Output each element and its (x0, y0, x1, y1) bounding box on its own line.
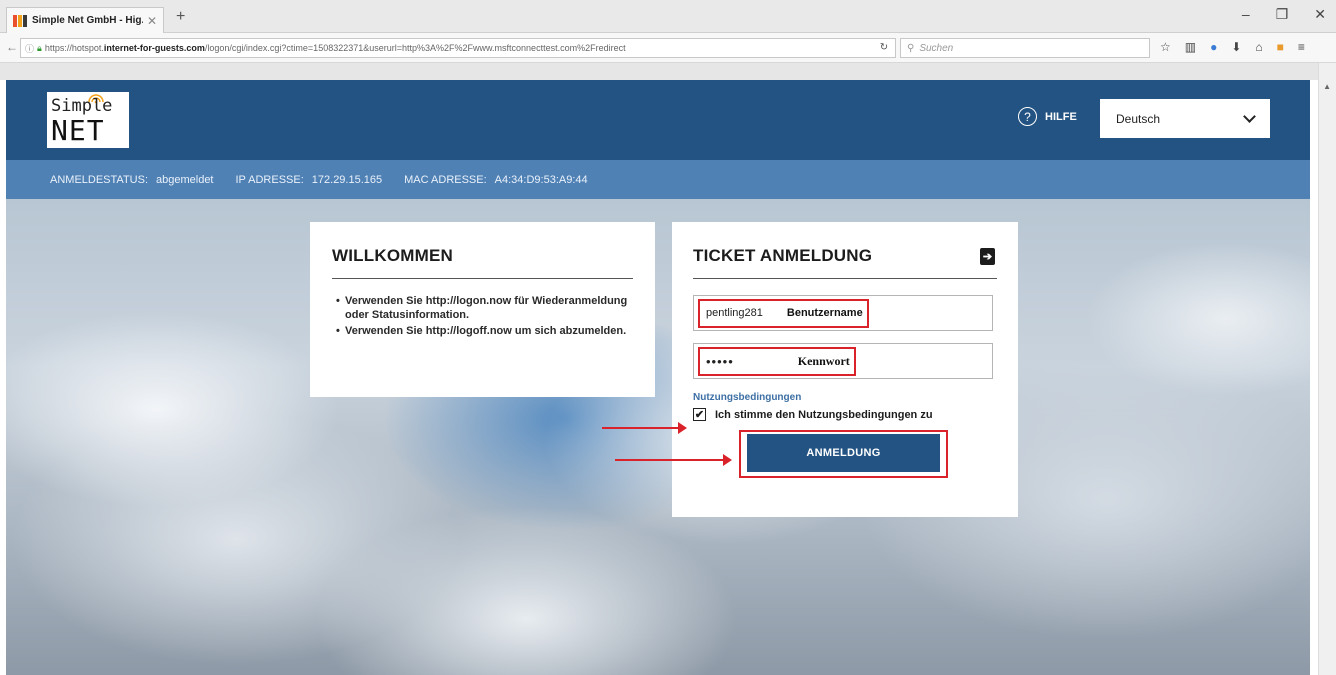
search-icon: ⚲ (907, 42, 915, 54)
scrollbar[interactable] (1318, 63, 1336, 675)
site-header: Simple NET ? HILFE Deutsch (6, 80, 1310, 160)
browser-tab[interactable]: Simple Net GmbH - Hig... ✕ (6, 7, 164, 33)
info-icon[interactable]: ⓘ (25, 42, 34, 55)
scroll-up-icon[interactable]: ▲ (1323, 82, 1331, 91)
window-controls: – ❐ ✕ (1242, 6, 1326, 23)
url-bar[interactable]: ⓘ 🔒︎ https://hotspot.internet-for-guests… (20, 38, 896, 58)
ticket-login-card: TICKET ANMELDUNG ➔ pentling281 Benutzern… (672, 222, 1018, 517)
star-icon[interactable]: ☆ (1160, 40, 1171, 54)
password-label: Kennwort (797, 353, 850, 368)
password-value: ••••• (706, 353, 734, 369)
restore-icon[interactable]: ❐ (1276, 6, 1289, 23)
help-icon: ? (1018, 107, 1037, 126)
status-mac: MAC ADRESSE: A4:34:D9:53:A9:44 (404, 173, 588, 186)
url-text: https://hotspot.internet-for-guests.com/… (44, 43, 626, 53)
page: Simple NET ? HILFE Deutsch ANMELDESTATUS… (6, 80, 1310, 675)
tab-close-icon[interactable]: ✕ (147, 14, 157, 28)
logo: Simple NET (47, 92, 129, 148)
arrow-to-button (615, 454, 732, 466)
welcome-card: WILLKOMMEN Verwenden Sie http://logon.no… (310, 222, 655, 397)
username-field[interactable]: pentling281 Benutzername (693, 295, 993, 331)
pocket-icon[interactable]: ■ (1277, 40, 1284, 54)
password-field[interactable]: ••••• Kennwort (693, 343, 993, 379)
logo-text-bottom: NET (51, 114, 105, 147)
login-icon: ➔ (980, 248, 995, 265)
status-ip: IP ADRESSE: 172.29.15.165 (235, 173, 383, 186)
help-label: HILFE (1045, 110, 1077, 123)
username-value: pentling281 (706, 307, 763, 319)
bookmarks-strip (0, 63, 1336, 80)
status-bar: ANMELDESTATUS: abgemeldet IP ADRESSE: 172.… (6, 160, 1310, 199)
browser-nav-bar: ← ⓘ 🔒︎ https://hotspot.internet-for-gues… (0, 33, 1336, 63)
terms-checkbox[interactable]: ✔ (693, 408, 706, 421)
terms-row: ✔ Ich stimme den Nutzungsbedingungen zu (693, 408, 997, 421)
terms-checkbox-label: Ich stimme den Nutzungsbedingungen zu (715, 408, 933, 421)
download-icon[interactable]: ⬇ (1231, 40, 1241, 54)
logo-text-top: Simple (51, 96, 113, 116)
tab-title: Simple Net GmbH - Hig... (32, 15, 143, 26)
list-item: Verwenden Sie http://logon.now für Wiede… (336, 294, 633, 322)
browser-toolbar: ☆ ▥ ● ⬇ ⌂ ■ ≡ (1160, 40, 1305, 54)
search-placeholder: Suchen (919, 42, 954, 54)
status-login: ANMELDESTATUS: abgemeldet (50, 173, 214, 186)
extension-icon[interactable]: ● (1210, 40, 1217, 54)
help-link[interactable]: ? HILFE (1018, 107, 1077, 126)
terms-link[interactable]: Nutzungsbedingungen (693, 392, 997, 403)
language-select[interactable]: Deutsch (1100, 99, 1270, 138)
login-button[interactable]: ANMELDUNG (747, 434, 940, 472)
favicon-icon (13, 14, 27, 27)
username-annotation-box: pentling281 Benutzername (698, 298, 869, 328)
new-tab-button[interactable]: + (176, 8, 185, 26)
menu-icon[interactable]: ≡ (1298, 40, 1305, 54)
ticket-header: TICKET ANMELDUNG ➔ (693, 246, 997, 279)
minimize-icon[interactable]: – (1242, 6, 1250, 23)
browser-tab-bar: Simple Net GmbH - Hig... ✕ + – ❐ ✕ (0, 0, 1336, 33)
search-input[interactable]: ⚲ Suchen (900, 38, 1150, 58)
submit-annotation-box: ANMELDUNG (739, 430, 948, 478)
list-item: Verwenden Sie http://logoff.now um sich … (336, 324, 633, 338)
close-window-icon[interactable]: ✕ (1314, 6, 1326, 23)
reload-icon[interactable]: ↻ (874, 39, 894, 57)
welcome-title: WILLKOMMEN (332, 246, 633, 279)
chevron-down-icon (1243, 110, 1256, 123)
username-label: Benutzername (786, 307, 863, 319)
language-value: Deutsch (1116, 111, 1161, 126)
password-annotation-box: ••••• Kennwort (698, 346, 856, 376)
welcome-list: Verwenden Sie http://logon.now für Wiede… (332, 294, 633, 338)
cloud-background (6, 199, 1310, 675)
back-icon[interactable]: ← (6, 40, 18, 54)
ticket-title: TICKET ANMELDUNG (693, 246, 997, 279)
library-icon[interactable]: ▥ (1185, 40, 1196, 54)
lock-icon: 🔒︎ (37, 42, 42, 53)
home-icon[interactable]: ⌂ (1255, 40, 1262, 54)
arrow-to-checkbox (602, 422, 687, 434)
